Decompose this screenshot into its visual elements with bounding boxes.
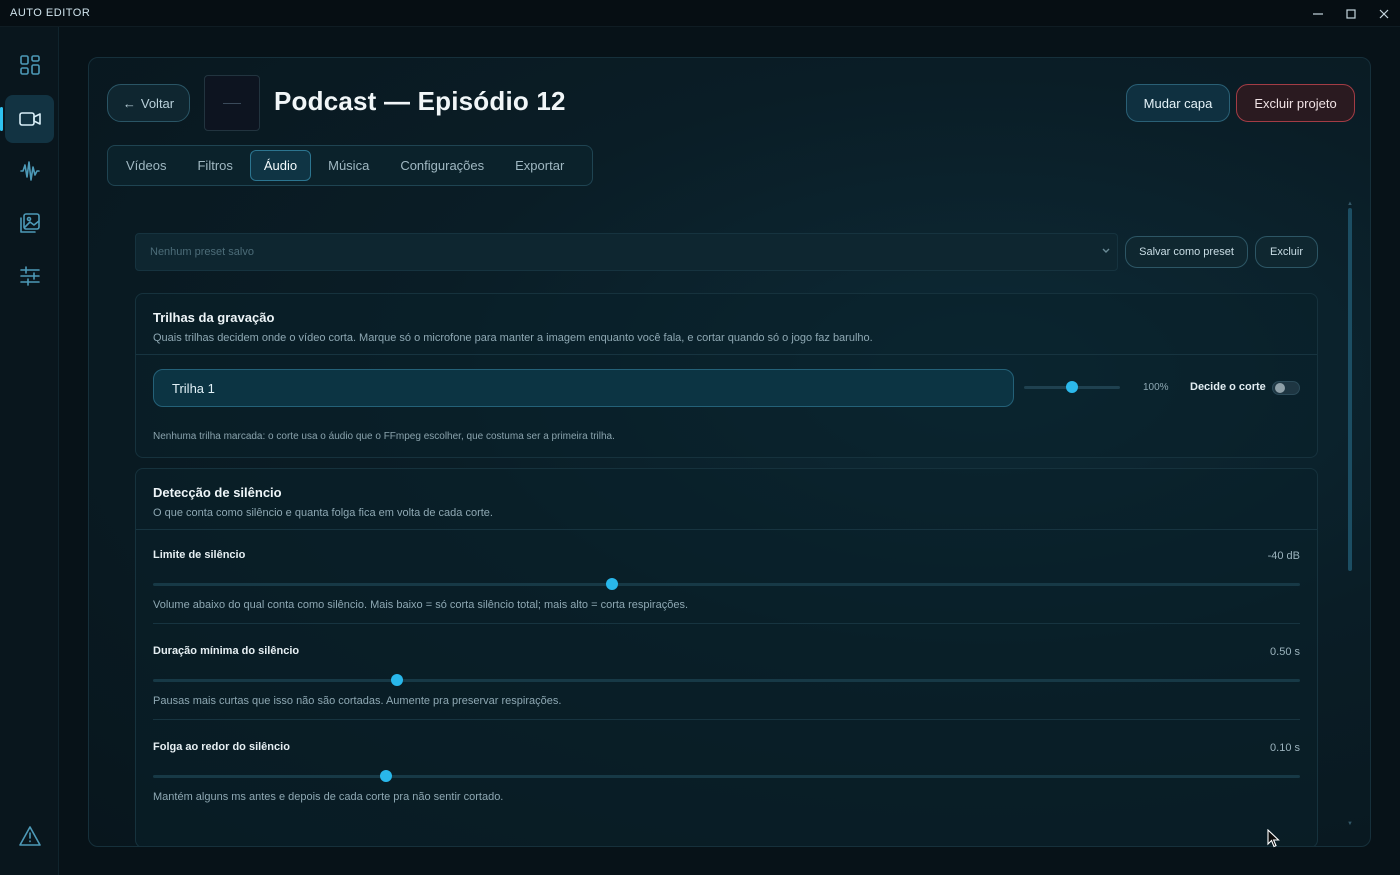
min-silence-duration-label: Duração mínima do silêncio: [153, 645, 300, 657]
window-controls: [1301, 0, 1400, 26]
track-volume-handle[interactable]: [1066, 381, 1078, 393]
app-title: AUTO EDITOR: [10, 7, 91, 19]
scrollbar-thumb[interactable]: [1348, 208, 1352, 571]
delete-project-button[interactable]: Excluir projeto: [1236, 84, 1355, 122]
tab-bar: Vídeos Filtros Áudio Música Configuraçõe…: [107, 145, 593, 186]
decides-cut-toggle[interactable]: [1272, 381, 1300, 395]
divider: [153, 623, 1300, 624]
sidebar-item-images[interactable]: [5, 199, 54, 247]
title-bar: AUTO EDITOR: [0, 0, 1400, 27]
close-icon: [1379, 9, 1388, 18]
change-cover-button[interactable]: Mudar capa: [1126, 84, 1230, 122]
sliders-icon: [19, 266, 40, 286]
project-panel: ← Voltar Podcast — Episódio 12 Mudar cap…: [88, 57, 1371, 847]
tracks-card-title: Trilhas da gravação: [153, 310, 275, 325]
tab-filtros[interactable]: Filtros: [183, 150, 246, 181]
save-preset-button[interactable]: Salvar como preset: [1125, 236, 1248, 268]
waveform-icon: [19, 161, 40, 181]
chevron-down-icon: [1102, 248, 1110, 253]
tab-exportar[interactable]: Exportar: [501, 150, 578, 181]
silence-threshold-value: -40 dB: [1267, 550, 1300, 562]
silence-threshold-description: Volume abaixo do qual conta como silênci…: [153, 599, 688, 611]
tracks-card-description: Quais trilhas decidem onde o vídeo corta…: [153, 332, 873, 344]
silence-threshold-label: Limite de silêncio: [153, 549, 246, 561]
tracks-note: Nenhuma trilha marcada: o corte usa o áu…: [153, 431, 615, 442]
tracks-card-header: Trilhas da gravação Quais trilhas decide…: [136, 294, 1317, 355]
scroll-up-arrow[interactable]: ▲: [1345, 201, 1355, 207]
page-title: Podcast — Episódio 12: [274, 86, 566, 116]
preset-select-placeholder: Nenhum preset salvo: [150, 246, 254, 258]
tracks-card: Trilhas da gravação Quais trilhas decide…: [135, 293, 1318, 458]
tab-configuracoes[interactable]: Configurações: [386, 150, 498, 181]
min-silence-duration-description: Pausas mais curtas que isso não são cort…: [153, 695, 562, 707]
sidebar: [0, 27, 59, 875]
minimize-icon: [1312, 12, 1323, 15]
silence-card-header: Detecção de silêncio O que conta como si…: [136, 469, 1317, 530]
video-camera-icon: [18, 112, 41, 126]
silence-padding-slider[interactable]: [153, 770, 1300, 782]
silence-padding-description: Mantém alguns ms antes e depois de cada …: [153, 791, 504, 803]
track-name: Trilha 1: [172, 380, 215, 396]
tab-videos[interactable]: Vídeos: [112, 150, 180, 181]
track-volume-slider[interactable]: [1024, 381, 1120, 393]
back-button[interactable]: ← Voltar: [107, 84, 190, 122]
back-button-label: Voltar: [140, 95, 175, 111]
min-silence-duration-slider[interactable]: [153, 674, 1300, 686]
sidebar-item-alerts[interactable]: [18, 825, 42, 852]
silence-padding-value: 0.10 s: [1270, 742, 1300, 754]
tab-audio[interactable]: Áudio: [249, 150, 312, 181]
images-icon: [19, 213, 40, 233]
decides-cut-label: Decide o corte: [1190, 381, 1266, 393]
close-window-button[interactable]: [1367, 0, 1400, 27]
sidebar-item-dashboard[interactable]: [5, 41, 54, 89]
preset-select[interactable]: Nenhum preset salvo: [135, 233, 1118, 271]
maximize-button[interactable]: [1334, 0, 1367, 27]
silence-padding-label: Folga ao redor do silêncio: [153, 741, 290, 753]
sidebar-item-settings[interactable]: [5, 252, 54, 300]
maximize-icon: [1345, 8, 1356, 19]
min-silence-duration-handle[interactable]: [391, 674, 404, 686]
silence-detection-card: Detecção de silêncio O que conta como si…: [135, 468, 1318, 846]
track-name-field[interactable]: Trilha 1: [153, 369, 1014, 407]
dashboard-icon: [19, 55, 40, 75]
track-volume-value: 100%: [1143, 382, 1169, 393]
mouse-cursor-icon: [1267, 829, 1280, 848]
divider: [153, 719, 1300, 720]
project-cover-thumbnail: [204, 75, 260, 131]
tab-musica[interactable]: Música: [314, 150, 383, 181]
min-silence-duration-value: 0.50 s: [1270, 646, 1300, 658]
silence-padding-handle[interactable]: [379, 770, 392, 782]
minimize-button[interactable]: [1301, 0, 1334, 27]
silence-threshold-slider[interactable]: [153, 578, 1300, 590]
alert-triangle-icon: [19, 826, 41, 846]
scroll-down-arrow[interactable]: ▼: [1345, 821, 1355, 827]
delete-preset-button[interactable]: Excluir: [1255, 236, 1318, 268]
arrow-left-icon: ←: [122, 95, 136, 111]
sidebar-item-video[interactable]: [0, 95, 54, 143]
silence-card-title: Detecção de silêncio: [153, 485, 282, 500]
silence-threshold-handle[interactable]: [605, 578, 618, 590]
sidebar-item-audio[interactable]: [5, 147, 54, 195]
silence-card-description: O que conta como silêncio e quanta folga…: [153, 507, 493, 519]
